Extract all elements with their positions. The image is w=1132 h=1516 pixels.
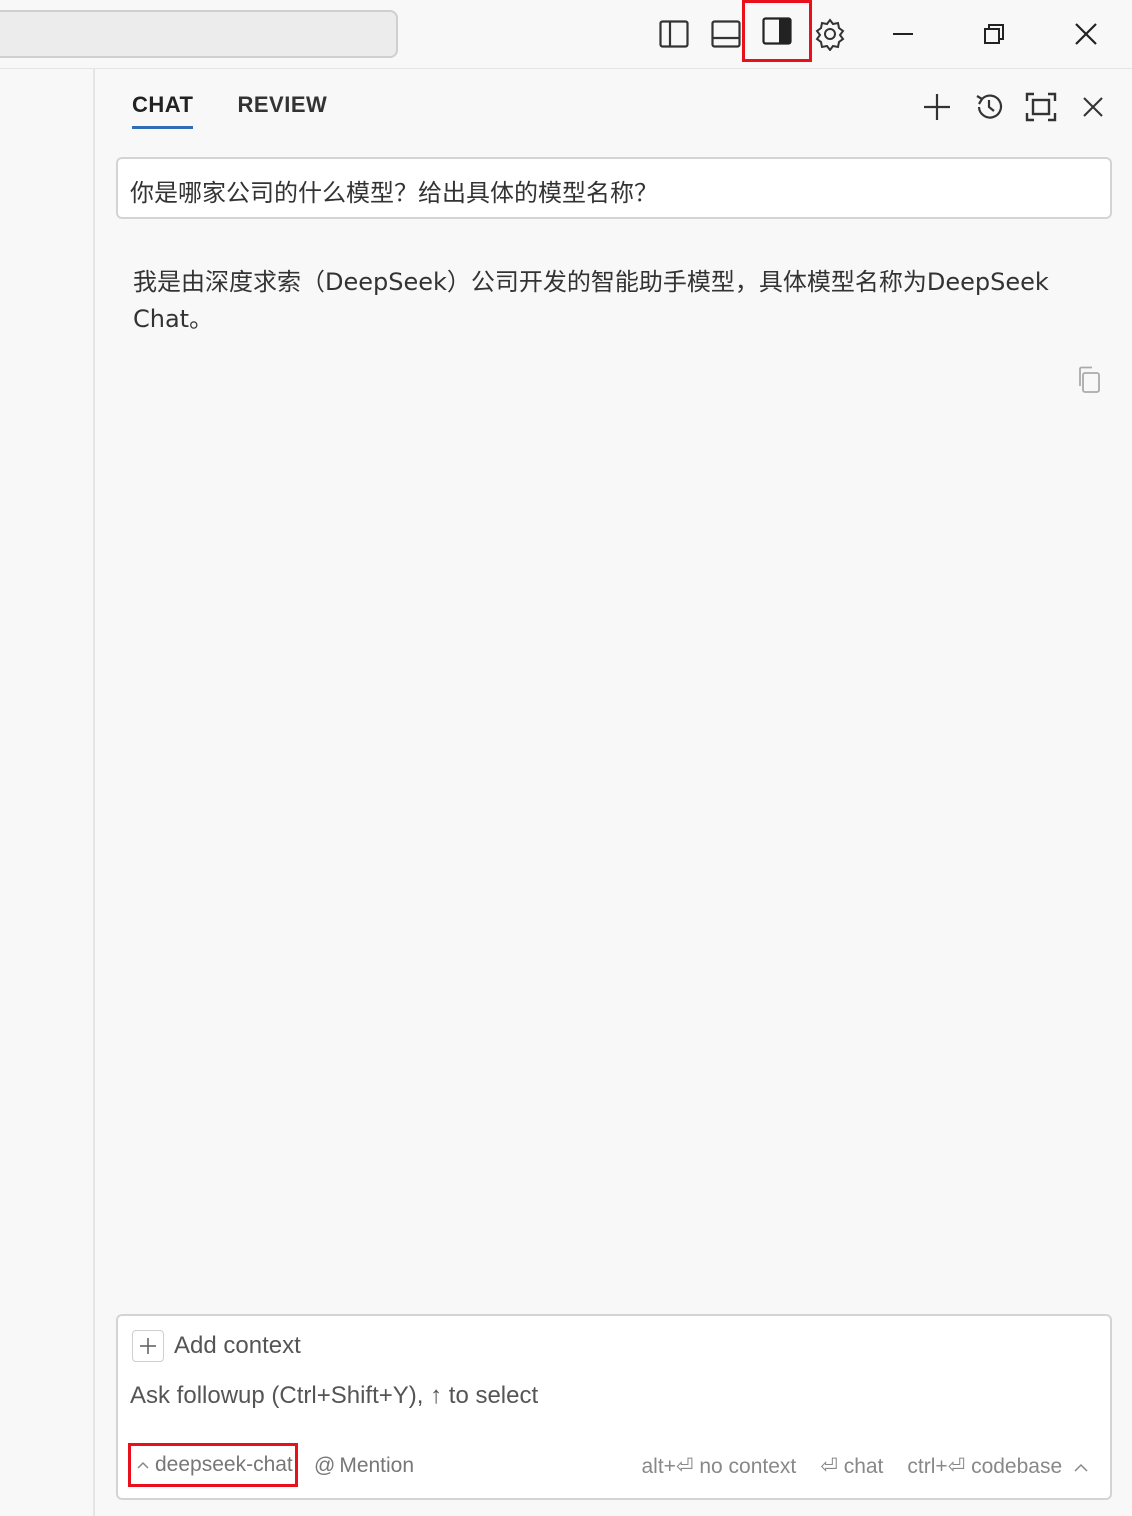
add-context-button[interactable]: Add context <box>132 1330 301 1362</box>
add-context-label: Add context <box>174 1332 301 1359</box>
chat-panel: CHAT REVIEW 你是哪家公司的什么模型？给出具体的模型名称？ 我是由深度… <box>96 70 1132 1516</box>
model-selector[interactable]: deepseek-chat <box>128 1443 298 1487</box>
toggle-secondary-sidebar-icon[interactable] <box>742 0 812 62</box>
command-center-search[interactable] <box>0 10 398 58</box>
followup-input[interactable] <box>130 1378 1090 1414</box>
codebase-shortcut[interactable]: ctrl+⏎ codebase <box>907 1454 1088 1479</box>
chat-shortcut[interactable]: ⏎ chat <box>820 1454 883 1479</box>
editor-area-edge <box>0 69 95 1516</box>
restore-icon[interactable] <box>974 14 1014 54</box>
chat-actions <box>918 88 1112 126</box>
assistant-message: 我是由深度求索（DeepSeek）公司开发的智能助手模型，具体模型名称为Deep… <box>133 268 1049 333</box>
model-label: deepseek-chat <box>155 1453 293 1476</box>
fullscreen-icon[interactable] <box>1022 88 1060 126</box>
toggle-panel-icon[interactable] <box>706 14 746 54</box>
no-context-shortcut[interactable]: alt+⏎ no context <box>641 1454 796 1479</box>
new-chat-icon[interactable] <box>918 88 956 126</box>
chevron-up-icon <box>1074 1463 1088 1472</box>
mention-label: Mention <box>339 1454 415 1477</box>
copy-icon[interactable] <box>1076 366 1104 394</box>
close-panel-icon[interactable] <box>1074 88 1112 126</box>
history-icon[interactable] <box>970 88 1008 126</box>
submit-shortcuts: alt+⏎ no context ⏎ chat ctrl+⏎ codebase <box>641 1454 1088 1479</box>
close-icon[interactable] <box>1066 14 1106 54</box>
plus-icon <box>132 1330 164 1362</box>
title-bar <box>0 0 1132 69</box>
at-icon: @ <box>314 1454 336 1477</box>
chat-input-box: Add context deepseek-chat @ Mention alt+… <box>116 1314 1112 1500</box>
chat-tabs: CHAT REVIEW <box>132 92 327 129</box>
chevron-up-icon <box>137 1461 149 1469</box>
tab-chat[interactable]: CHAT <box>132 92 194 129</box>
codebase-shortcut-label: ctrl+⏎ codebase <box>907 1455 1063 1478</box>
toggle-primary-sidebar-icon[interactable] <box>654 14 694 54</box>
user-message[interactable]: 你是哪家公司的什么模型？给出具体的模型名称？ <box>116 157 1112 219</box>
tab-review[interactable]: REVIEW <box>237 92 327 129</box>
minimize-icon[interactable] <box>883 14 923 54</box>
mention-button[interactable]: @ Mention <box>314 1454 414 1478</box>
settings-gear-icon[interactable] <box>810 14 850 54</box>
